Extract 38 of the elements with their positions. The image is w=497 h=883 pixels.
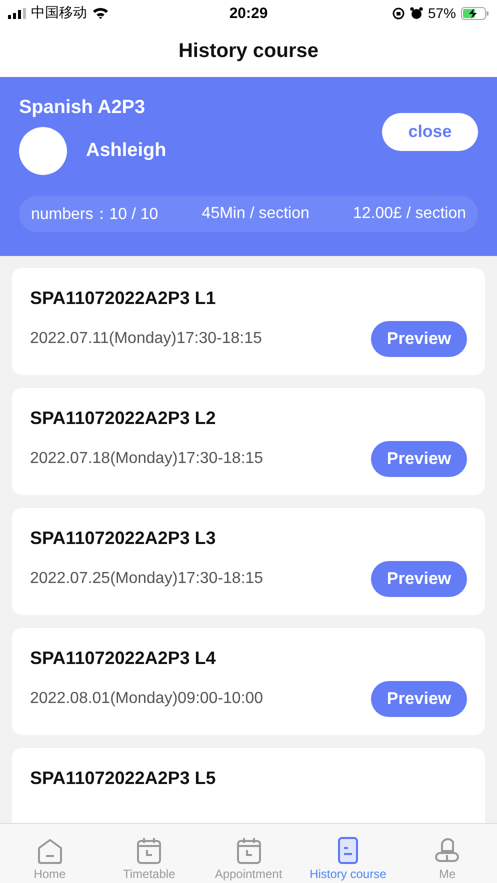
carrier-name: 中国移动: [31, 4, 87, 22]
stat-text: 12.00£ / section: [353, 205, 466, 223]
stat-text: 45Min / section: [202, 205, 310, 223]
home-icon: [36, 836, 64, 864]
lesson-time: 2022.07.11(Monday)17:30-18:15: [30, 330, 262, 348]
lesson-time: 2022.07.25(Monday)17:30-18:15: [30, 570, 264, 588]
tab-item[interactable]: History course: [298, 824, 398, 883]
preview-button[interactable]: Preview: [371, 681, 467, 717]
tab-item[interactable]: Appointment: [198, 824, 298, 883]
teacher-name: Ashleigh: [86, 140, 166, 162]
lesson-code: SPA11072022A2P3 L2: [30, 408, 217, 429]
tab-item[interactable]: Me: [398, 824, 497, 883]
lesson-time: 2022.08.01(Monday)09:00-10:00: [30, 690, 264, 708]
preview-button[interactable]: Preview: [371, 321, 467, 357]
signal-icon: [8, 8, 26, 18]
lesson-code: SPA11072022A2P3 L5: [30, 768, 217, 789]
course-title: Spanish A2P3: [19, 97, 146, 119]
page-title: History course: [178, 40, 319, 63]
lesson-code: SPA11072022A2P3 L4: [30, 648, 217, 669]
wifi-icon: [92, 7, 109, 19]
calendar-icon: [234, 836, 263, 864]
lesson-code: SPA11072022A2P3 L3: [30, 528, 217, 549]
lesson-code: SPA11072022A2P3 L1: [30, 288, 217, 309]
lesson-time: 2022.07.18(Monday)17:30-18:15: [30, 450, 264, 468]
tab-item[interactable]: Home: [0, 824, 100, 883]
stat-text: numbers：10 / 10: [31, 204, 158, 224]
status-time: 20:29: [229, 4, 268, 22]
tab-item[interactable]: Timetable: [99, 824, 199, 883]
rotation-lock-icon: [392, 6, 405, 20]
close-button[interactable]: close: [382, 113, 478, 151]
calendar-icon: [135, 836, 164, 864]
avatar: [19, 127, 67, 175]
preview-button[interactable]: Preview: [371, 441, 467, 477]
preview-button[interactable]: Preview: [371, 561, 467, 597]
battery-percentage: 57%: [428, 5, 456, 21]
battery-icon: [461, 6, 489, 20]
alarm-icon: [410, 6, 423, 20]
person-icon: [433, 836, 462, 864]
